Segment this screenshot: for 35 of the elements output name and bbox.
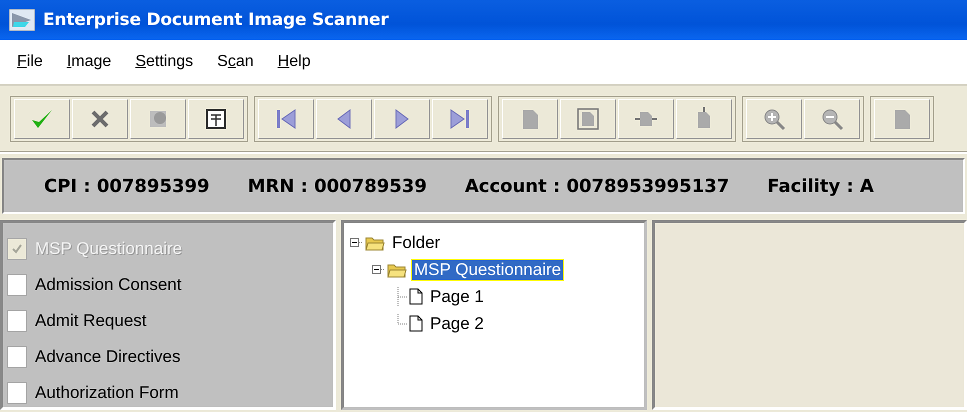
page-icon: [409, 315, 423, 332]
checkbox-label: Admit Request: [35, 311, 146, 331]
tree-item[interactable]: Page 1: [427, 286, 487, 308]
page-icon: [575, 106, 601, 132]
checkbox-label: Authorization Form: [35, 383, 179, 404]
patient-info-text: Facility : A: [767, 176, 874, 196]
patient-info-text: Account : 0078953995137: [464, 176, 730, 196]
tree-item[interactable]: MSP Questionnaire: [411, 258, 564, 280]
tree-line: [398, 314, 407, 324]
tree-item[interactable]: Folder: [389, 232, 444, 254]
menu-item[interactable]: Image: [66, 53, 112, 71]
checkbox[interactable]: [7, 274, 27, 296]
checkbox[interactable]: [7, 310, 27, 332]
menu-item[interactable]: File: [17, 53, 43, 71]
scanner-icon: [9, 9, 35, 31]
patient-info-text: CPI : 007895399: [44, 176, 210, 196]
toolbar-button[interactable]: [188, 99, 244, 139]
checkbox[interactable]: [7, 382, 27, 404]
frame-icon: [203, 106, 229, 132]
checkbox-label: Admission Consent: [35, 274, 182, 295]
patient-info-text: MRN : 000789539: [248, 176, 427, 196]
checkmark-icon: [11, 242, 23, 255]
tree-line: [398, 286, 407, 306]
page-icon: [409, 288, 423, 305]
window-title: Enterprise Document Image Scanner: [43, 10, 389, 30]
collapse-icon[interactable]: [372, 265, 385, 274]
menu-item[interactable]: Help: [278, 53, 311, 71]
menu-item[interactable]: Settings: [135, 53, 194, 71]
menu-item[interactable]: Scan: [217, 53, 254, 71]
folder-icon: [365, 234, 385, 250]
checkbox-label: Advance Directives: [35, 347, 181, 368]
collapse-icon[interactable]: [350, 238, 363, 247]
tree-item[interactable]: Page 2: [427, 312, 487, 334]
checkbox[interactable]: [7, 346, 27, 368]
folder-icon: [387, 262, 407, 278]
